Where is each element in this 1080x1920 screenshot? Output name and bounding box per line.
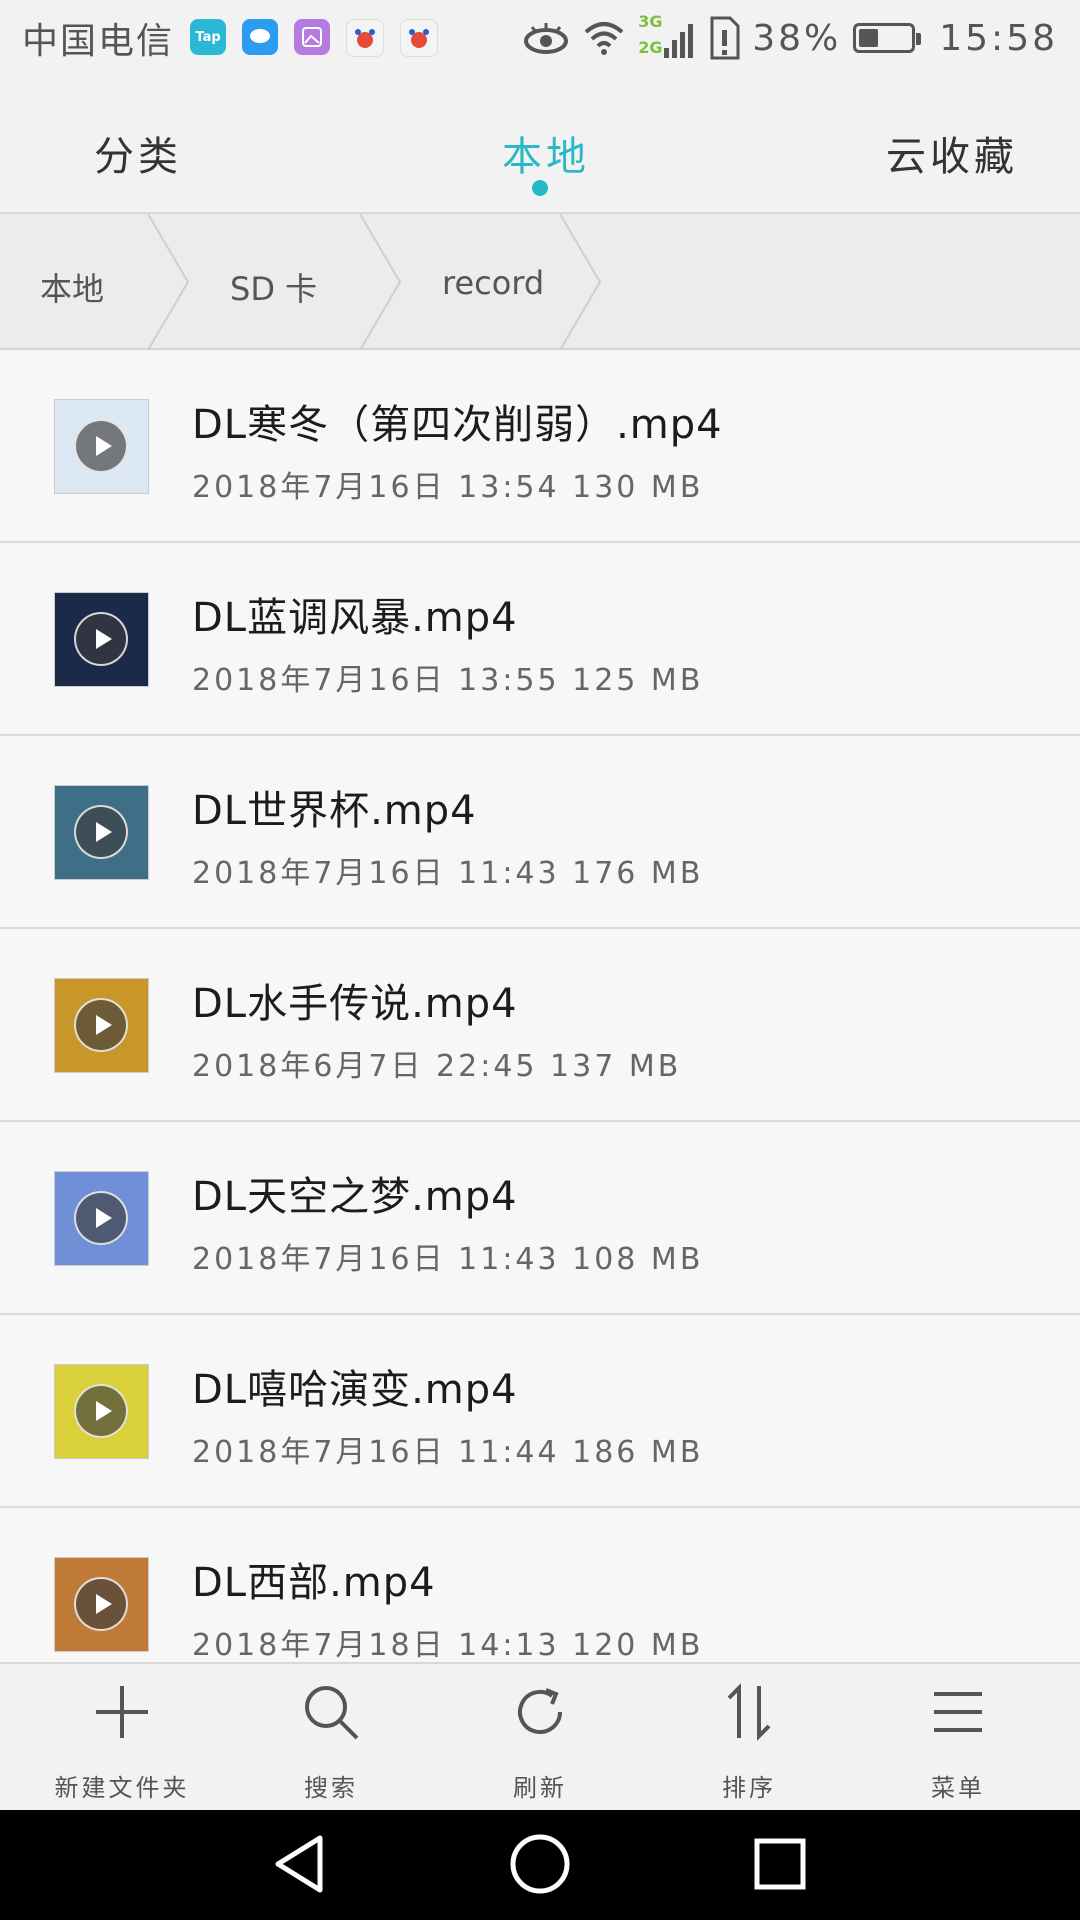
file-list: DL寒冬（第四次削弱）.mp4 2018年7月16日 13:54 130 MB …: [0, 350, 1080, 1662]
list-item[interactable]: DL世界杯.mp4 2018年7月16日 11:43 176 MB: [0, 736, 1080, 929]
play-icon: [74, 805, 128, 859]
play-icon: [74, 419, 128, 473]
list-item[interactable]: DL水手传说.mp4 2018年6月7日 22:45 137 MB: [0, 929, 1080, 1122]
list-item[interactable]: DL西部.mp4 2018年7月18日 14:13 120 MB: [0, 1508, 1080, 1662]
file-meta: 2018年7月18日 14:13 120 MB: [192, 1628, 704, 1662]
tab-category[interactable]: 分类: [94, 124, 182, 182]
list-item[interactable]: DL寒冬（第四次削弱）.mp4 2018年7月16日 13:54 130 MB: [0, 350, 1080, 543]
status-bar: 中国电信 Tap 3G 2G 38% 15:58: [0, 0, 1080, 76]
play-icon: [74, 998, 128, 1052]
search-button[interactable]: 搜索: [231, 1664, 431, 1812]
wifi-icon: [584, 22, 624, 55]
video-thumbnail: [54, 1557, 149, 1652]
menu-icon: [934, 1692, 982, 1732]
file-name: DL西部.mp4: [192, 1560, 436, 1606]
back-icon[interactable]: [270, 1832, 330, 1896]
message-icon: [242, 19, 279, 55]
battery-icon: [853, 23, 922, 53]
sort-button[interactable]: 排序: [649, 1664, 849, 1812]
refresh-label: 刷新: [513, 1774, 567, 1802]
video-thumbnail: [54, 1171, 149, 1266]
battery-level: [859, 29, 879, 47]
play-icon: [74, 612, 128, 666]
file-name: DL嘻哈演变.mp4: [192, 1367, 518, 1413]
chevron-right-icon: [559, 214, 602, 350]
file-name: DL水手传说.mp4: [192, 981, 518, 1027]
play-icon: [74, 1191, 128, 1245]
recent-apps-icon[interactable]: [752, 1832, 808, 1896]
refresh-button[interactable]: 刷新: [440, 1664, 640, 1812]
video-thumbnail: [54, 1364, 149, 1459]
baidu-icon: [346, 19, 385, 57]
file-name: DL蓝调风暴.mp4: [192, 595, 518, 641]
video-thumbnail: [54, 978, 149, 1073]
chevron-right-icon: [147, 214, 190, 350]
file-meta: 2018年7月16日 11:44 186 MB: [192, 1435, 704, 1470]
play-icon: [74, 1384, 128, 1438]
sim-alert-icon: [710, 16, 740, 60]
signal-icon: [664, 24, 694, 58]
network-type-icon: 3G 2G: [638, 12, 696, 62]
file-meta: 2018年7月16日 13:55 125 MB: [192, 663, 704, 698]
file-name: DL天空之梦.mp4: [192, 1174, 518, 1220]
breadcrumb-local[interactable]: 本地: [40, 264, 104, 310]
top-tabs: 分类 本地 云收藏: [0, 76, 1080, 214]
gallery-icon: [294, 19, 331, 55]
tab-cloud-favorites[interactable]: 云收藏: [886, 124, 1018, 182]
file-name: DL寒冬（第四次削弱）.mp4: [192, 402, 723, 448]
video-thumbnail: [54, 592, 149, 687]
new-folder-label: 新建文件夹: [54, 1774, 190, 1802]
carrier-name: 中国电信: [22, 21, 175, 62]
file-name: DL世界杯.mp4: [192, 788, 477, 834]
breadcrumb-sd-card[interactable]: SD 卡: [230, 264, 317, 310]
notification-icons: Tap: [190, 19, 439, 57]
home-icon[interactable]: [508, 1832, 572, 1896]
file-meta: 2018年7月16日 13:54 130 MB: [192, 470, 704, 505]
refresh-icon: [518, 1688, 562, 1734]
search-label: 搜索: [304, 1774, 358, 1802]
list-item[interactable]: DL天空之梦.mp4 2018年7月16日 11:43 108 MB: [0, 1122, 1080, 1315]
new-folder-button[interactable]: 新建文件夹: [22, 1664, 222, 1812]
video-thumbnail: [54, 785, 149, 880]
clock: 15:58: [939, 17, 1058, 59]
system-nav-bar: [0, 1810, 1080, 1920]
file-meta: 2018年6月7日 22:45 137 MB: [192, 1049, 682, 1084]
list-item[interactable]: DL蓝调风暴.mp4 2018年7月16日 13:55 125 MB: [0, 543, 1080, 736]
eye-icon: [524, 23, 569, 54]
breadcrumb: 本地 SD 卡 record: [0, 214, 1080, 350]
chevron-right-icon: [359, 214, 402, 350]
play-icon: [74, 1577, 128, 1631]
list-item[interactable]: DL嘻哈演变.mp4 2018年7月16日 11:44 186 MB: [0, 1315, 1080, 1508]
bottom-toolbar: 新建文件夹 搜索 刷新 排序 菜单: [0, 1662, 1080, 1810]
status-indicators: 3G 2G 38% 15:58: [522, 12, 1058, 62]
baidu-icon: [400, 19, 439, 57]
taptap-icon: Tap: [190, 19, 227, 55]
menu-button[interactable]: 菜单: [858, 1664, 1058, 1812]
sort-icon: [727, 1683, 771, 1741]
battery-percent: 38%: [752, 17, 842, 59]
plus-icon: [96, 1686, 148, 1738]
file-meta: 2018年7月16日 11:43 176 MB: [192, 856, 704, 891]
tab-local[interactable]: 本地: [502, 124, 590, 182]
breadcrumb-record[interactable]: record: [442, 264, 544, 302]
file-meta: 2018年7月16日 11:43 108 MB: [192, 1242, 704, 1277]
search-icon: [305, 1686, 359, 1740]
sort-label: 排序: [722, 1774, 776, 1802]
active-tab-indicator: [532, 180, 548, 196]
menu-label: 菜单: [931, 1774, 985, 1802]
video-thumbnail: [54, 399, 149, 494]
